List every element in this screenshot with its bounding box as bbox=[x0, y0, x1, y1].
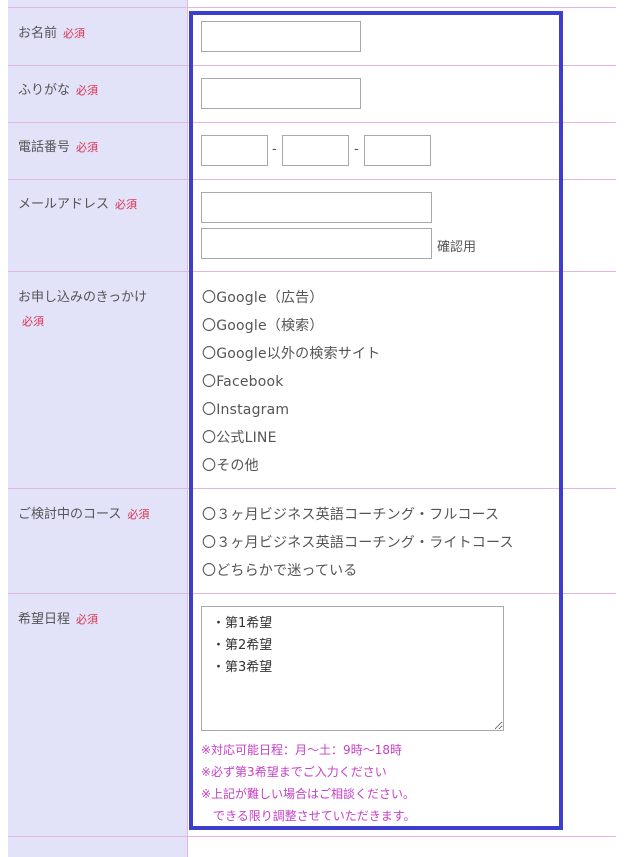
row-trigger: お申し込みのきっかけ 必須 〇Google（広告） 〇Google（検索） 〇G… bbox=[8, 272, 616, 489]
email-input[interactable] bbox=[201, 192, 432, 223]
schedule-textarea[interactable]: ・第1希望 ・第2希望 ・第3希望 bbox=[201, 606, 504, 731]
phone-input-3[interactable] bbox=[364, 135, 431, 166]
required-badge: 必須 bbox=[22, 315, 44, 328]
row-furigana: ふりがな 必須 bbox=[8, 66, 616, 123]
label-cell: メールアドレス 必須 bbox=[8, 180, 188, 271]
trigger-option-other-search[interactable]: 〇Google以外の検索サイト bbox=[202, 343, 380, 363]
furigana-label-text: ふりがな bbox=[18, 83, 71, 98]
label-cell bbox=[8, 0, 188, 7]
course-option-light[interactable]: 〇３ヶ月ビジネス英語コーチング・ライトコース bbox=[202, 532, 514, 552]
trigger-option-google-search[interactable]: 〇Google（検索） bbox=[202, 315, 324, 335]
trigger-option-facebook[interactable]: 〇Facebook bbox=[202, 371, 284, 391]
input-cell: - - bbox=[188, 123, 616, 179]
trigger-option-other[interactable]: 〇その他 bbox=[202, 455, 259, 475]
input-cell: 〇Google（広告） 〇Google（検索） 〇Google以外の検索サイト … bbox=[188, 272, 616, 488]
input-cell bbox=[188, 66, 616, 122]
furigana-label: ふりがな 必須 bbox=[18, 79, 98, 98]
row-course: ご検討中のコース 必須 〇３ヶ月ビジネス英語コーチング・フルコース 〇３ヶ月ビジネ… bbox=[8, 489, 616, 594]
label-cell: 電話番号 必須 bbox=[8, 123, 188, 179]
label-cell: ふりがな 必須 bbox=[8, 66, 188, 122]
email-confirm-label: 確認用 bbox=[437, 240, 477, 255]
schedule-note: ※必ず第3希望までご入力ください bbox=[201, 765, 387, 779]
row-name: お名前 必須 bbox=[8, 8, 616, 66]
course-option-undecided[interactable]: 〇どちらかで迷っている bbox=[202, 560, 358, 580]
schedule-note: できる限り調整させていただきます。 bbox=[201, 809, 416, 823]
furigana-input[interactable] bbox=[201, 78, 361, 109]
row-phone: 電話番号 必須 - - bbox=[8, 123, 616, 180]
phone-label-text: 電話番号 bbox=[18, 140, 71, 155]
phone-input-1[interactable] bbox=[201, 135, 268, 166]
input-cell: ・第1希望 ・第2希望 ・第3希望 ※対応可能日程：月〜土：9時〜18時 ※必ず… bbox=[188, 594, 616, 836]
trigger-option-google-ad[interactable]: 〇Google（広告） bbox=[202, 287, 324, 307]
phone-separator: - bbox=[354, 142, 359, 157]
label-cell: お名前 必須 bbox=[8, 8, 188, 65]
label-cell: 希望日程 必須 bbox=[8, 594, 188, 836]
required-badge: 必須 bbox=[127, 508, 150, 521]
label-cell: お申し込みのきっかけ 必須 bbox=[8, 272, 188, 488]
row-email: メールアドレス 必須 確認用 bbox=[8, 180, 616, 272]
required-badge: 必須 bbox=[63, 27, 86, 40]
required-badge: 必須 bbox=[76, 84, 99, 97]
schedule-label-text: 希望日程 bbox=[18, 612, 71, 627]
schedule-note: ※対応可能日程：月〜土：9時〜18時 bbox=[201, 743, 402, 757]
email-label-text: メールアドレス bbox=[18, 197, 110, 212]
course-option-full[interactable]: 〇３ヶ月ビジネス英語コーチング・フルコース bbox=[202, 504, 499, 524]
row-next bbox=[8, 837, 616, 857]
phone-separator: - bbox=[272, 142, 277, 157]
email-confirm-input[interactable] bbox=[201, 228, 432, 259]
label-cell bbox=[8, 837, 188, 857]
course-label: ご検討中のコース 必須 bbox=[18, 503, 149, 522]
name-label: お名前 必須 bbox=[18, 22, 85, 41]
course-label-text: ご検討中のコース bbox=[18, 507, 122, 522]
name-input[interactable] bbox=[201, 21, 361, 52]
email-label: メールアドレス 必須 bbox=[18, 193, 137, 212]
schedule-label: 希望日程 必須 bbox=[18, 608, 98, 627]
input-cell: 〇３ヶ月ビジネス英語コーチング・フルコース 〇３ヶ月ビジネス英語コーチング・ライ… bbox=[188, 489, 616, 593]
label-cell: ご検討中のコース 必須 bbox=[8, 489, 188, 593]
row-schedule: 希望日程 必須 ・第1希望 ・第2希望 ・第3希望 ※対応可能日程：月〜土：9時〜… bbox=[8, 594, 616, 837]
phone-input-2[interactable] bbox=[282, 135, 349, 166]
required-badge: 必須 bbox=[115, 198, 138, 211]
required-badge: 必須 bbox=[76, 141, 99, 154]
input-cell: 確認用 bbox=[188, 180, 616, 271]
trigger-option-line[interactable]: 〇公式LINE bbox=[202, 427, 277, 447]
required-badge: 必須 bbox=[76, 613, 99, 626]
phone-label: 電話番号 必須 bbox=[18, 136, 98, 155]
name-label-text: お名前 bbox=[18, 26, 58, 41]
trigger-label: お申し込みのきっかけ bbox=[18, 290, 148, 305]
schedule-note: ※上記が難しい場合はご相談ください。 bbox=[201, 787, 416, 801]
trigger-option-instagram[interactable]: 〇Instagram bbox=[202, 399, 289, 419]
form-top-row bbox=[8, 0, 616, 8]
input-cell bbox=[188, 8, 616, 65]
